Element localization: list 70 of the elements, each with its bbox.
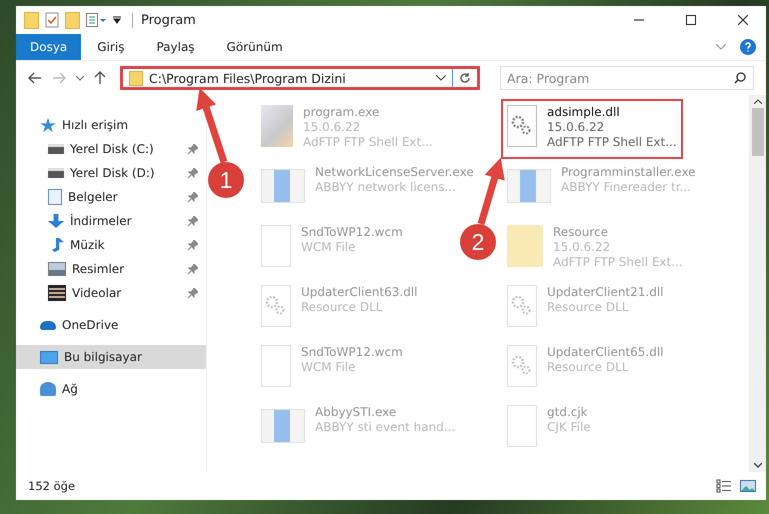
ribbon-tab[interactable]: Görünüm	[210, 34, 299, 60]
gear-document-icon	[507, 105, 537, 147]
sidebar-item[interactable]: Videolar	[16, 281, 206, 305]
blank-document-icon	[261, 345, 291, 387]
search-field[interactable]: Ara: Program	[500, 66, 754, 90]
application-icon	[261, 409, 305, 443]
search-icon[interactable]	[734, 72, 746, 84]
film-icon	[48, 285, 66, 301]
file-item[interactable]: adsimple.dll 15.0.6.22 AdFTP FTP Shell Ext...	[501, 99, 683, 159]
scrollbar[interactable]	[749, 95, 766, 472]
sidebar-item[interactable]: Yerel Disk (D:)	[16, 161, 206, 185]
address-field[interactable]: C:\Program Files\Program Dizini	[120, 66, 480, 90]
scrollbar-thumb[interactable]	[752, 108, 764, 156]
blank-document-icon	[507, 405, 537, 447]
network-icon	[40, 382, 56, 396]
pin-icon[interactable]	[188, 192, 198, 202]
pin-icon[interactable]	[188, 264, 198, 274]
chevron-up-icon[interactable]	[754, 99, 762, 104]
pin-icon[interactable]	[188, 144, 198, 154]
sidebar-item[interactable]: İndirmeler	[16, 209, 206, 233]
pin-icon[interactable]	[188, 288, 198, 298]
callout-arrow	[478, 158, 505, 225]
chevron-icon[interactable]	[76, 76, 84, 80]
sidebar-item[interactable]: Belgeler	[16, 185, 206, 209]
sidebar-item[interactable]: Ağ	[16, 377, 206, 401]
folder-icon	[129, 70, 143, 86]
folder-icon	[507, 225, 543, 267]
pin-icon[interactable]	[188, 216, 198, 226]
sidebar-item[interactable]: Yerel Disk (C:)	[16, 137, 206, 161]
sidebar-item[interactable]: Bu bilgisayar	[16, 345, 206, 369]
blank-document-icon	[261, 225, 291, 267]
sidebar-item[interactable]: OneDrive	[16, 313, 206, 337]
ribbon-tab[interactable]: Dosya	[16, 34, 82, 60]
item-count: 152 öğe	[28, 479, 76, 493]
callout-badge: 2	[460, 224, 496, 260]
sidebar-item[interactable]: Hızlı erişim	[16, 113, 206, 137]
sidebar-item[interactable]: Müzik	[16, 233, 206, 257]
ribbon-tab[interactable]: Paylaş	[140, 34, 211, 60]
drive-icon	[48, 144, 64, 154]
drive-icon	[48, 168, 64, 178]
application-icon	[507, 169, 551, 203]
refresh-icon[interactable]	[459, 72, 471, 84]
callout-badge: 1	[208, 162, 244, 198]
monitor-icon	[40, 350, 58, 364]
maximize-icon	[686, 15, 696, 25]
dropdown-icon[interactable]	[112, 15, 122, 25]
gear-document-icon	[507, 285, 537, 327]
close-icon	[738, 15, 748, 25]
properties-icon[interactable]	[86, 13, 106, 27]
help-icon[interactable]	[740, 39, 756, 55]
cloud-icon	[40, 320, 56, 330]
gear-document-icon	[507, 345, 537, 387]
minimize-icon	[634, 19, 644, 21]
pin-icon[interactable]	[188, 240, 198, 250]
picture-icon	[48, 262, 66, 276]
chevron-down-icon[interactable]	[754, 463, 762, 468]
window-title: Program	[132, 12, 196, 28]
document-icon	[48, 189, 62, 205]
installer-icon	[261, 105, 293, 147]
ribbon-tab[interactable]: Giriş	[81, 34, 140, 60]
application-icon	[261, 169, 305, 203]
details-view-icon[interactable]	[716, 479, 732, 493]
pin-icon[interactable]	[188, 168, 198, 178]
up-arrow-icon[interactable]	[94, 71, 106, 85]
sidebar-item[interactable]: Resimler	[16, 257, 206, 281]
large-icons-view-icon[interactable]	[740, 479, 756, 493]
back-arrow-icon[interactable]	[28, 72, 42, 84]
gear-document-icon	[261, 285, 291, 327]
checklist-icon[interactable]	[45, 12, 59, 28]
chevron-icon[interactable]	[436, 75, 446, 81]
